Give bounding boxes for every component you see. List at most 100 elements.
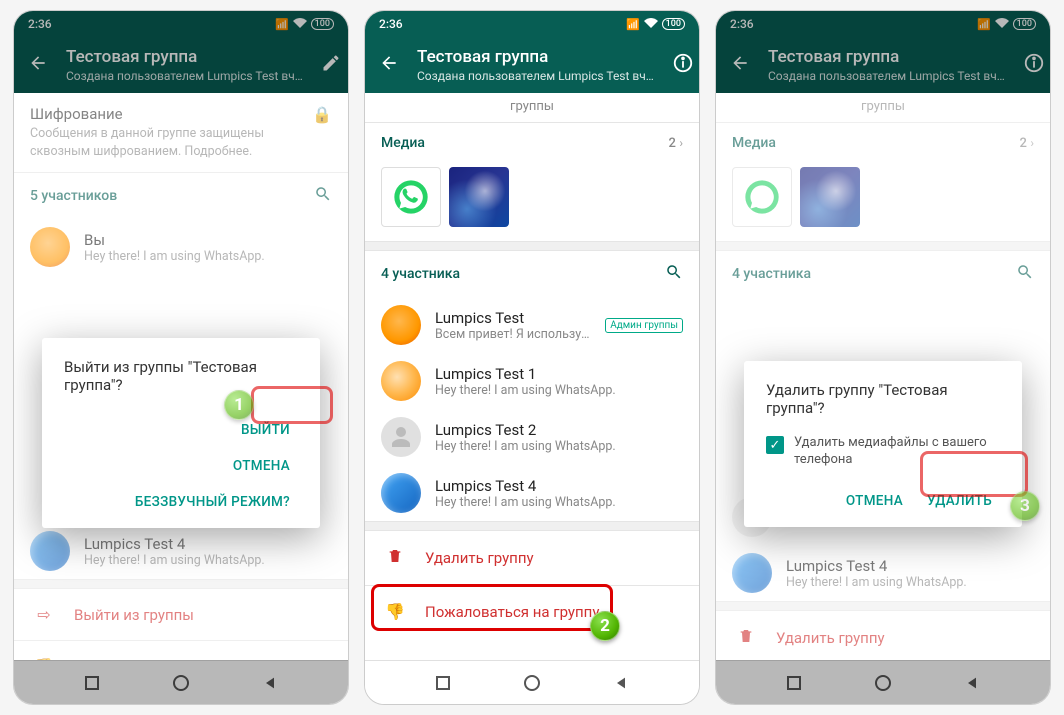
info-icon[interactable] — [1023, 52, 1045, 78]
avatar — [381, 473, 421, 513]
avatar — [732, 553, 772, 593]
chevron-right-icon: › — [679, 136, 683, 150]
media-thumb-2[interactable] — [449, 167, 509, 227]
delete-group-action[interactable]: Удалить группу — [716, 611, 1050, 660]
nav-back[interactable] — [961, 672, 983, 694]
app-bar: Тестовая группа Создана пользователем Lu… — [365, 37, 699, 93]
wifi-icon — [644, 18, 658, 31]
step-badge-1: 1 — [224, 390, 254, 420]
status-bar: 2:36 📶 100 — [365, 11, 699, 37]
nav-bar — [14, 660, 348, 704]
nav-bar — [365, 660, 699, 704]
members-count: 4 участника — [732, 266, 811, 282]
delete-group-dialog: Удалить группу "Тестовая группа"? ✓ Удал… — [744, 361, 1022, 527]
media-section[interactable]: Медиа 2 › — [365, 123, 699, 163]
group-title: Тестовая группа — [417, 47, 654, 67]
back-icon[interactable] — [379, 53, 399, 77]
wifi-icon — [293, 18, 307, 31]
battery-icon: 100 — [1013, 18, 1036, 30]
avatar — [381, 305, 421, 345]
cancel-button[interactable]: ОТМЕНА — [225, 448, 298, 484]
search-icon[interactable] — [314, 185, 332, 207]
phone-screenshot-2: 2:36 📶 100 Тестовая группа Создана польз… — [364, 10, 700, 705]
chevron-right-icon: › — [1030, 136, 1034, 150]
back-icon[interactable] — [730, 53, 750, 77]
signal-icon: 📶 — [275, 18, 289, 31]
phone-screenshot-3: 2:36 📶 100 Тестовая группа Создана польз… — [715, 10, 1051, 705]
exit-icon: ⇨ — [34, 605, 54, 624]
exit-group-action[interactable]: ⇨ Выйти из группы — [14, 589, 348, 640]
group-title: Тестовая группа — [66, 47, 303, 67]
status-bar: 2:36 📶 100 — [716, 11, 1050, 37]
lock-icon: 🔒 — [312, 105, 332, 124]
group-title: Тестовая группа — [768, 47, 1005, 67]
nav-recent[interactable] — [432, 672, 454, 694]
thumbs-down-icon: 👎 — [34, 657, 54, 660]
members-count: 4 участника — [381, 266, 460, 282]
nav-back[interactable] — [259, 672, 281, 694]
battery-icon: 100 — [662, 18, 685, 30]
media-thumb-1[interactable] — [732, 167, 792, 227]
highlight-delete-btn — [920, 451, 1028, 497]
status-icons: 📶 100 — [977, 18, 1036, 31]
avatar — [381, 417, 421, 457]
wifi-icon — [995, 18, 1009, 31]
exit-group-dialog: Выйти из группы "Тестовая группа"? ВЫЙТИ… — [42, 338, 320, 528]
group-subtitle: Создана пользователем Lumpics Test вч… — [66, 69, 303, 83]
edit-icon[interactable] — [321, 53, 341, 77]
group-subtitle: Создана пользователем Lumpics Test вч… — [768, 69, 1005, 83]
phone-screenshot-1: 2:36 📶 100 Тестовая группа Создана польз… — [13, 10, 349, 705]
mute-button[interactable]: БЕЗЗВУЧНЫЙ РЕЖИМ? — [127, 484, 298, 520]
content-area: Шифрование Сообщения в данной группе защ… — [14, 93, 348, 660]
search-icon[interactable] — [1016, 263, 1034, 285]
signal-icon: 📶 — [626, 18, 640, 31]
nav-recent[interactable] — [81, 672, 103, 694]
admin-badge: Админ группы — [605, 318, 683, 333]
step-badge-2: 2 — [590, 611, 620, 641]
step-badge-3: 3 — [1010, 491, 1040, 521]
truncated-label: группы — [365, 93, 699, 122]
content-area: группы Медиа 2 › 4 участника Удалить гру… — [716, 93, 1050, 660]
back-icon[interactable] — [28, 53, 48, 77]
media-thumb-2[interactable] — [800, 167, 860, 227]
trash-icon — [385, 547, 405, 569]
members-count: 5 участников — [30, 188, 117, 204]
app-bar: Тестовая группа Создана пользователем Lu… — [14, 37, 348, 93]
truncated-label: группы — [716, 93, 1050, 122]
member-l1[interactable]: Lumpics Test 1 Hey there! I am using Wha… — [365, 353, 699, 409]
media-thumb-1[interactable] — [381, 167, 441, 227]
cancel-button[interactable]: ОТМЕНА — [838, 483, 911, 519]
battery-icon: 100 — [311, 18, 334, 30]
member-lumpics[interactable]: Lumpics Test Всем привет! Я использую Wh… — [365, 297, 699, 353]
app-bar: Тестовая группа Создана пользователем Lu… — [716, 37, 1050, 93]
member-l4[interactable]: Lumpics Test 4 Hey there! I am using Wha… — [365, 465, 699, 521]
nav-bar — [716, 660, 1050, 704]
checkbox[interactable]: ✓ — [766, 436, 784, 454]
nav-home[interactable] — [521, 672, 543, 694]
clock: 2:36 — [730, 17, 754, 31]
dialog-title: Удалить группу "Тестовая группа"? — [766, 381, 1000, 417]
signal-icon: 📶 — [977, 18, 991, 31]
avatar — [381, 361, 421, 401]
member-you[interactable]: Вы Hey there! I am using WhatsApp. — [14, 219, 348, 275]
info-icon[interactable] — [672, 52, 694, 78]
encryption-title: Шифрование — [30, 105, 280, 123]
media-section[interactable]: Медиа 2 › — [716, 123, 1050, 163]
status-bar: 2:36 📶 100 — [14, 11, 348, 37]
report-group-action[interactable]: 👎 Пожаловаться на группу — [14, 641, 348, 660]
nav-home[interactable] — [872, 672, 894, 694]
member-l4[interactable]: Lumpics Test 4 Hey there! I am using Wha… — [14, 523, 348, 579]
search-icon[interactable] — [665, 263, 683, 285]
member-l2[interactable]: Lumpics Test 2 Hey there! I am using Wha… — [365, 409, 699, 465]
encryption-subtitle: Сообщения в данной группе защищены сквоз… — [30, 125, 280, 160]
member-l4[interactable]: Lumpics Test 4 Hey there! I am using Wha… — [716, 545, 1050, 601]
content-area: группы Медиа 2 › 4 участника Lumpics Tes… — [365, 93, 699, 660]
nav-recent[interactable] — [783, 672, 805, 694]
nav-back[interactable] — [610, 672, 632, 694]
nav-home[interactable] — [170, 672, 192, 694]
delete-group-action[interactable]: Удалить группу — [365, 531, 699, 585]
status-icons: 📶 100 — [626, 18, 685, 31]
highlight-delete — [371, 584, 613, 631]
clock: 2:36 — [28, 17, 52, 31]
avatar — [30, 227, 70, 267]
